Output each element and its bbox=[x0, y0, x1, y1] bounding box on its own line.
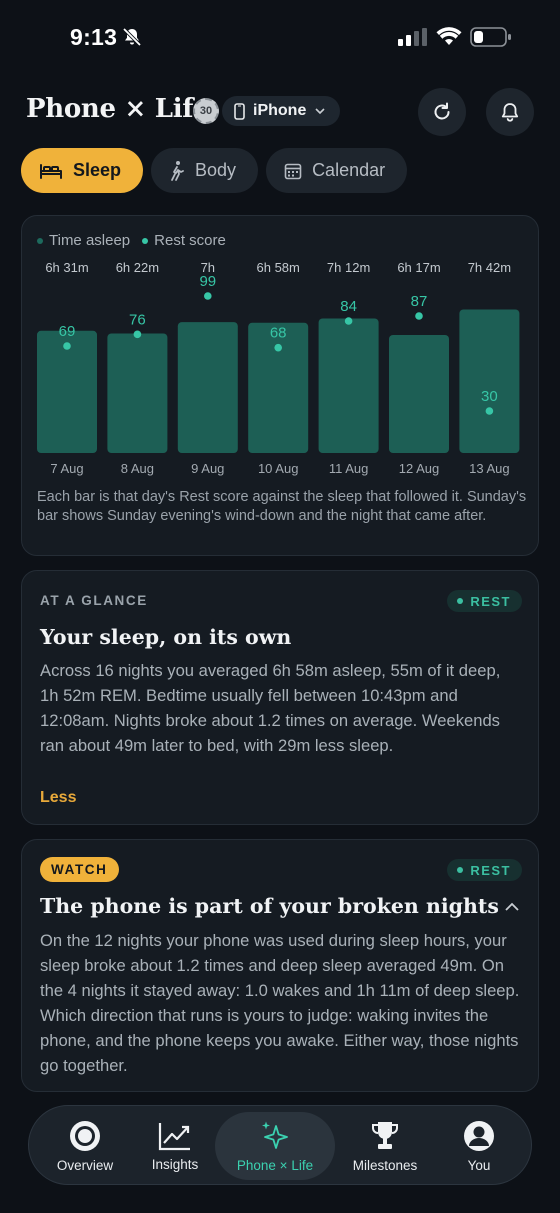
app-title: Phone × Life bbox=[26, 94, 210, 124]
chevron-down-icon bbox=[315, 108, 325, 115]
duration-label: 6h 31m bbox=[45, 260, 88, 275]
sparkle-icon bbox=[262, 1121, 288, 1149]
rest-tag: REST bbox=[447, 859, 522, 881]
tab-phone-life[interactable]: Phone × Life bbox=[215, 1112, 335, 1180]
rest-score-point[interactable] bbox=[344, 317, 353, 325]
battery-icon bbox=[470, 27, 511, 47]
bell-icon bbox=[501, 103, 519, 122]
sleep-bar-chart: 6h 31m697 Aug6h 22m768 Aug7h999 Aug6h 58… bbox=[37, 260, 520, 476]
rest-score-label: 76 bbox=[129, 311, 146, 328]
tab-overview[interactable]: Overview bbox=[37, 1106, 133, 1186]
bell-off-icon bbox=[122, 27, 142, 47]
date-tick-label: 7 Aug bbox=[50, 461, 83, 476]
overline: AT A GLANCE bbox=[40, 593, 148, 608]
bar-time-asleep[interactable] bbox=[248, 322, 309, 453]
tab-milestones[interactable]: Milestones bbox=[337, 1106, 433, 1186]
rest-tag: REST bbox=[447, 590, 522, 612]
bottom-tab-bar: Overview Insights Phone × Life Milestone… bbox=[28, 1105, 532, 1185]
card-title: Your sleep, on its own bbox=[40, 625, 292, 649]
duration-label: 6h 58m bbox=[257, 260, 300, 275]
bar-time-asleep[interactable] bbox=[459, 309, 520, 454]
tab-label: Phone × Life bbox=[236, 1157, 314, 1173]
status-bar: 9:13 bbox=[0, 0, 560, 72]
milestone-seal: 30 bbox=[193, 98, 219, 124]
date-tick-label: 8 Aug bbox=[121, 461, 154, 476]
chip-body[interactable]: Body bbox=[151, 148, 259, 193]
duration-label: 7h 12m bbox=[327, 260, 370, 275]
calendar-icon bbox=[284, 163, 302, 179]
rest-score-label: 84 bbox=[340, 298, 357, 315]
rest-score-label: 68 bbox=[270, 325, 287, 342]
card-title: The phone is part of your broken nights bbox=[40, 894, 499, 918]
sleep-chart-card: Time asleep Rest score 6h 31m 69 7 Aug 6h 2… bbox=[21, 215, 539, 556]
refresh-icon bbox=[434, 102, 450, 120]
category-chips: Sleep Body Calendar bbox=[21, 148, 408, 193]
bar-time-asleep[interactable] bbox=[107, 333, 168, 454]
chevron-up-icon[interactable] bbox=[504, 902, 520, 912]
chip-label: Calendar bbox=[312, 160, 386, 180]
date-tick-label: 9 Aug bbox=[191, 461, 224, 476]
duration-label: 6h 17m bbox=[397, 260, 440, 275]
tab-label: Overview bbox=[56, 1157, 114, 1173]
chip-sleep[interactable]: Sleep bbox=[21, 148, 144, 193]
wifi-icon bbox=[436, 27, 462, 45]
bar-time-asleep[interactable] bbox=[318, 318, 379, 454]
card-body: On the 12 nights your phone was used dur… bbox=[40, 931, 520, 1075]
rest-score-label: 69 bbox=[59, 323, 76, 340]
legend-rest-score: Rest score bbox=[142, 232, 226, 249]
card-body: Across 16 nights you averaged 6h 58m asl… bbox=[40, 661, 501, 755]
less-link[interactable]: Less bbox=[40, 789, 76, 807]
at-a-glance-card: AT A GLANCE REST Your sleep, on its own … bbox=[21, 570, 539, 825]
tab-label: Insights bbox=[151, 1156, 199, 1172]
date-tick-label: 10 Aug bbox=[258, 461, 299, 476]
tab-label: Milestones bbox=[352, 1157, 418, 1173]
rest-score-point[interactable] bbox=[63, 342, 71, 350]
rest-score-label: 87 bbox=[411, 293, 428, 310]
legend-time-asleep: Time asleep bbox=[37, 232, 130, 249]
phone-icon bbox=[234, 102, 245, 120]
rest-score-label: 99 bbox=[199, 273, 216, 290]
date-tick-label: 13 Aug bbox=[469, 461, 510, 476]
chart-line-icon bbox=[158, 1122, 190, 1150]
rest-score-point[interactable] bbox=[274, 343, 282, 352]
walking-icon bbox=[171, 160, 184, 181]
chip-label: Body bbox=[195, 160, 237, 180]
chip-label: Sleep bbox=[73, 160, 122, 180]
rest-score-point[interactable] bbox=[485, 407, 494, 415]
overview-icon bbox=[70, 1120, 100, 1151]
tab-label: You bbox=[467, 1157, 491, 1173]
rest-score-label: 30 bbox=[481, 388, 498, 405]
notifications-button[interactable] bbox=[486, 88, 534, 136]
device-selector[interactable]: iPhone bbox=[222, 96, 341, 126]
bed-icon bbox=[40, 163, 62, 179]
cellular-signal-icon bbox=[398, 28, 427, 46]
person-icon bbox=[464, 1120, 494, 1151]
rest-score-point[interactable] bbox=[415, 312, 423, 320]
rest-score-point[interactable] bbox=[133, 330, 142, 339]
refresh-button[interactable] bbox=[418, 88, 466, 136]
chart-legend: Time asleep Rest score bbox=[37, 232, 226, 249]
chart-note: Each bar is that day's Rest score agains… bbox=[37, 489, 527, 524]
trophy-icon bbox=[372, 1121, 398, 1149]
tab-you[interactable]: You bbox=[433, 1106, 525, 1186]
status-time: 9:13 bbox=[70, 24, 118, 50]
date-tick-label: 11 Aug bbox=[329, 461, 369, 476]
bar-time-asleep[interactable] bbox=[389, 335, 449, 453]
date-tick-label: 12 Aug bbox=[399, 461, 440, 476]
duration-label: 7h 42m bbox=[468, 260, 511, 275]
header: Phone × Life 30 iPhone bbox=[0, 88, 560, 136]
bar-time-asleep[interactable] bbox=[177, 322, 238, 453]
watch-card[interactable]: WATCH REST The phone is part of your bro… bbox=[21, 839, 539, 1092]
watch-badge: WATCH bbox=[40, 857, 119, 882]
rest-score-point[interactable] bbox=[204, 292, 212, 300]
tab-insights[interactable]: Insights bbox=[129, 1106, 221, 1186]
chip-calendar[interactable]: Calendar bbox=[266, 148, 408, 193]
device-label: iPhone bbox=[253, 102, 307, 119]
duration-label: 6h 22m bbox=[116, 260, 159, 275]
